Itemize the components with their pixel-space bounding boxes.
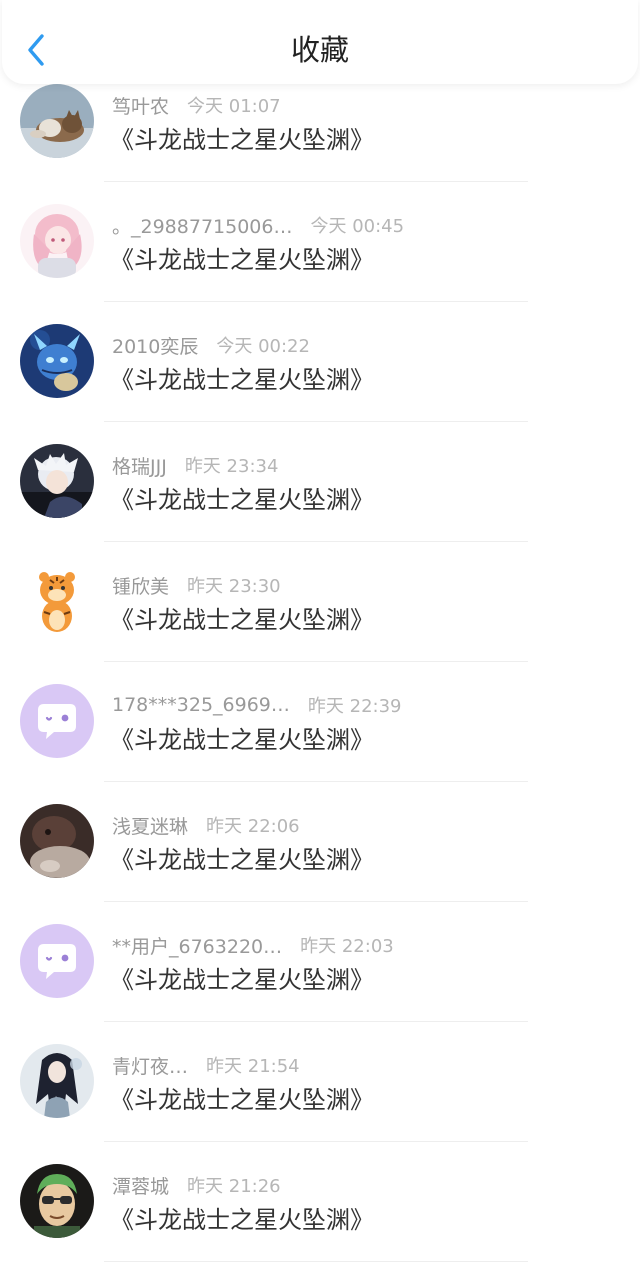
user-name[interactable]: 2010奕辰 (112, 332, 198, 359)
item-meta: **用户_6763220… 昨天 22:03 (112, 930, 394, 960)
user-name[interactable]: 锺欣美 (112, 572, 169, 599)
user-name[interactable]: 格瑞JJJ (112, 452, 167, 479)
timestamp: 昨天 21:54 (206, 1056, 300, 1077)
timestamp: 今天 00:22 (216, 336, 310, 357)
timestamp: 昨天 21:26 (187, 1176, 281, 1197)
work-title[interactable]: 《斗龙战士之星火坠渊》 (110, 482, 374, 518)
item-meta: 浅夏迷琳 昨天 22:06 (112, 810, 300, 840)
item-meta: 锺欣美 昨天 23:30 (112, 570, 281, 600)
timestamp: 昨天 22:39 (307, 696, 402, 717)
user-name[interactable]: **用户_6763220… (112, 932, 282, 959)
list-item[interactable]: 锺欣美 昨天 23:30 《斗龙战士之星火坠渊》 (0, 542, 640, 662)
user-name[interactable]: 178***325_6969… (112, 694, 290, 716)
work-title[interactable]: 《斗龙战士之星火坠渊》 (110, 242, 374, 278)
avatar[interactable] (20, 324, 94, 398)
timestamp: 今天 00:45 (310, 216, 405, 237)
avatar[interactable] (20, 444, 94, 518)
user-name[interactable]: 潭蓉城 (112, 1172, 169, 1199)
work-title[interactable]: 《斗龙战士之星火坠渊》 (110, 962, 374, 998)
avatar[interactable] (20, 84, 94, 158)
divider (104, 1261, 528, 1262)
list-item[interactable]: 浅夏迷琳 昨天 22:06 《斗龙战士之星火坠渊》 (0, 782, 640, 902)
avatar[interactable] (20, 684, 94, 758)
list-item[interactable]: 青灯夜… 昨天 21:54 《斗龙战士之星火坠渊》 (0, 1022, 640, 1142)
item-meta: 格瑞JJJ 昨天 23:34 (112, 450, 278, 480)
work-title[interactable]: 《斗龙战士之星火坠渊》 (110, 1082, 374, 1118)
work-title[interactable]: 《斗龙战士之星火坠渊》 (110, 362, 374, 398)
avatar[interactable] (20, 804, 94, 878)
favorites-list: 笃叶农 今天 01:07 《斗龙战士之星火坠渊》 。_29887715006… … (0, 62, 640, 1262)
user-name[interactable]: 浅夏迷琳 (112, 812, 188, 839)
avatar[interactable] (20, 564, 94, 638)
work-title[interactable]: 《斗龙战士之星火坠渊》 (110, 1202, 374, 1238)
user-name[interactable]: 。_29887715006… (112, 212, 292, 239)
item-meta: 。_29887715006… 今天 00:45 (112, 210, 404, 240)
list-item[interactable]: 格瑞JJJ 昨天 23:34 《斗龙战士之星火坠渊》 (0, 422, 640, 542)
timestamp: 今天 01:07 (187, 96, 281, 117)
timestamp: 昨天 23:34 (184, 456, 279, 477)
list-item[interactable]: 潭蓉城 昨天 21:26 《斗龙战士之星火坠渊》 (0, 1142, 640, 1262)
item-meta: 笃叶农 今天 01:07 (112, 90, 281, 120)
timestamp: 昨天 22:06 (206, 816, 300, 837)
work-title[interactable]: 《斗龙战士之星火坠渊》 (110, 122, 374, 158)
list-item[interactable]: 178***325_6969… 昨天 22:39 《斗龙战士之星火坠渊》 (0, 662, 640, 782)
avatar[interactable] (20, 1164, 94, 1238)
page-title: 收藏 (290, 33, 349, 67)
work-title[interactable]: 《斗龙战士之星火坠渊》 (110, 722, 374, 758)
user-name[interactable]: 青灯夜… (112, 1052, 188, 1079)
item-meta: 潭蓉城 昨天 21:26 (112, 1170, 281, 1200)
timestamp: 昨天 22:03 (300, 936, 394, 957)
timestamp: 昨天 23:30 (187, 576, 281, 597)
list-item[interactable]: 。_29887715006… 今天 00:45 《斗龙战士之星火坠渊》 (0, 182, 640, 302)
work-title[interactable]: 《斗龙战士之星火坠渊》 (110, 842, 374, 878)
item-meta: 178***325_6969… 昨天 22:39 (112, 690, 402, 720)
avatar[interactable] (20, 924, 94, 998)
avatar[interactable] (20, 204, 94, 278)
work-title[interactable]: 《斗龙战士之星火坠渊》 (110, 602, 374, 638)
item-meta: 青灯夜… 昨天 21:54 (112, 1050, 300, 1080)
user-name[interactable]: 笃叶农 (112, 92, 169, 119)
top-nav-bar: 收藏 (2, 0, 638, 84)
avatar[interactable] (20, 1044, 94, 1118)
list-item[interactable]: **用户_6763220… 昨天 22:03 《斗龙战士之星火坠渊》 (0, 902, 640, 1022)
item-meta: 2010奕辰 今天 00:22 (112, 330, 310, 360)
list-item[interactable]: 2010奕辰 今天 00:22 《斗龙战士之星火坠渊》 (0, 302, 640, 422)
